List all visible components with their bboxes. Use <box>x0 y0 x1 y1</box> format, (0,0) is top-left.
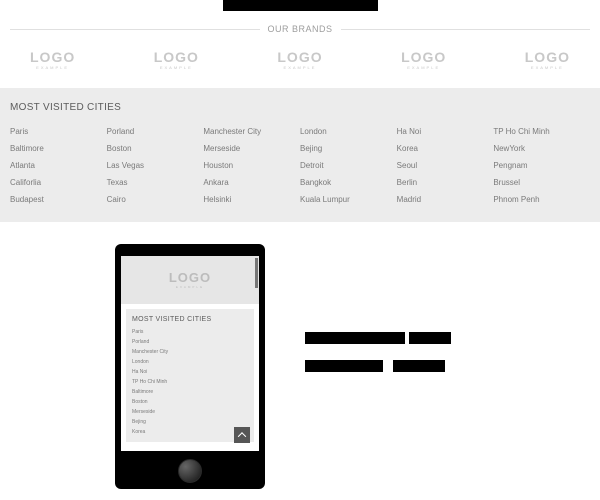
side-redacted-bars <box>305 332 451 489</box>
scrollbar[interactable] <box>255 258 258 288</box>
city-link[interactable]: Paris <box>10 127 107 136</box>
city-link[interactable]: London <box>300 127 397 136</box>
city-link[interactable]: Bangkok <box>300 178 397 187</box>
city-link[interactable]: Merseside <box>203 144 300 153</box>
city-link[interactable]: London <box>132 359 248 365</box>
city-link[interactable]: Boston <box>107 144 204 153</box>
city-link[interactable]: Berlin <box>397 178 494 187</box>
city-link[interactable]: Texas <box>107 178 204 187</box>
city-link[interactable]: Boston <box>132 399 248 405</box>
brand-logo: LOGOEXAMPLE <box>401 50 446 70</box>
brand-logos-row: LOGOEXAMPLE LOGOEXAMPLE LOGOEXAMPLE LOGO… <box>0 34 600 88</box>
phone-cities-title: MOST VISITED CITIES <box>132 316 248 323</box>
phone-cities-section: MOST VISITED CITIES Paris Porland Manchest… <box>126 309 254 442</box>
city-link[interactable]: Korea <box>132 429 248 435</box>
city-link[interactable]: Manchester City <box>132 349 248 355</box>
phone-screen: LOGO EXAMPLE MOST VISITED CITIES Paris Po… <box>121 256 259 451</box>
cities-grid: ParisPorlandManchester CityLondonHa NoiT… <box>10 127 590 204</box>
city-link[interactable]: Porland <box>132 339 248 345</box>
city-link[interactable]: Manchester City <box>203 127 300 136</box>
city-link[interactable]: Brussel <box>493 178 590 187</box>
cities-section: MOST VISITED CITIES ParisPorlandManchest… <box>0 88 600 222</box>
city-link[interactable]: Atlanta <box>10 161 107 170</box>
our-brands-label: OUR BRANDS <box>260 24 341 34</box>
city-link[interactable]: Pengnam <box>493 161 590 170</box>
city-link[interactable]: Baltimore <box>132 389 248 395</box>
phone-logo: LOGO EXAMPLE <box>169 271 211 289</box>
city-link[interactable]: Ha Noi <box>132 369 248 375</box>
scroll-to-top-button[interactable] <box>234 427 250 443</box>
cities-title: MOST VISITED CITIES <box>10 102 590 113</box>
divider-line <box>341 29 591 30</box>
phone-header: LOGO EXAMPLE <box>121 256 259 304</box>
phone-mockup: LOGO EXAMPLE MOST VISITED CITIES Paris Po… <box>115 244 265 489</box>
city-link[interactable]: Califorlia <box>10 178 107 187</box>
city-link[interactable]: Korea <box>397 144 494 153</box>
city-link[interactable]: Houston <box>203 161 300 170</box>
city-link[interactable]: TP Ho Chi Minh <box>132 379 248 385</box>
city-link[interactable]: Merseside <box>132 409 248 415</box>
city-link[interactable]: Budapest <box>10 195 107 204</box>
redacted-bar <box>223 0 378 11</box>
city-link[interactable]: Ankara <box>203 178 300 187</box>
city-link[interactable]: Kuala Lumpur <box>300 195 397 204</box>
city-link[interactable]: Ha Noi <box>397 127 494 136</box>
divider-line <box>10 29 260 30</box>
redacted-bar <box>305 332 405 344</box>
redacted-bar <box>393 360 445 372</box>
redacted-bar <box>305 360 383 372</box>
city-link[interactable]: Phnom Penh <box>493 195 590 204</box>
city-link[interactable]: Paris <box>132 329 248 335</box>
brand-logo: LOGOEXAMPLE <box>30 50 75 70</box>
top-black-bar <box>0 0 600 16</box>
phone-cities-list: Paris Porland Manchester City London Ha Noi T… <box>132 329 248 435</box>
city-link[interactable]: Cairo <box>107 195 204 204</box>
brand-logo: LOGOEXAMPLE <box>277 50 322 70</box>
city-link[interactable]: Bejing <box>132 419 248 425</box>
city-link[interactable]: Bejing <box>300 144 397 153</box>
city-link[interactable]: Seoul <box>397 161 494 170</box>
city-link[interactable]: Helsinki <box>203 195 300 204</box>
home-button[interactable] <box>178 459 202 483</box>
city-link[interactable]: NewYork <box>493 144 590 153</box>
redacted-bar <box>409 332 451 344</box>
city-link[interactable]: Baltimore <box>10 144 107 153</box>
city-link[interactable]: TP Ho Chi Minh <box>493 127 590 136</box>
chevron-up-icon <box>238 432 246 440</box>
city-link[interactable]: Detroit <box>300 161 397 170</box>
phone-preview-section: LOGO EXAMPLE MOST VISITED CITIES Paris Po… <box>0 222 600 489</box>
brand-logo: LOGOEXAMPLE <box>525 50 570 70</box>
city-link[interactable]: Madrid <box>397 195 494 204</box>
city-link[interactable]: Porland <box>107 127 204 136</box>
brands-divider: OUR BRANDS <box>0 24 600 34</box>
brand-logo: LOGOEXAMPLE <box>154 50 199 70</box>
city-link[interactable]: Las Vegas <box>107 161 204 170</box>
